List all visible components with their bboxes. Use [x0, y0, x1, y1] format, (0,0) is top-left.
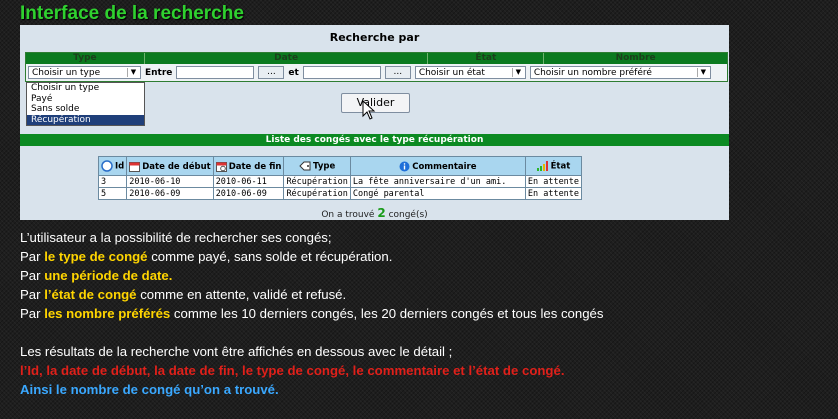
col-state[interactable]: État	[524, 156, 583, 176]
tag-icon	[299, 161, 311, 171]
cell-state: En attente	[524, 175, 583, 188]
table-row[interactable]: 3 2010-06-10 2010-06-11 Récupération La …	[97, 175, 583, 188]
cell-comment: La fête anniversaire d'un ami.	[349, 175, 526, 188]
cell-state: En attente	[524, 187, 583, 200]
search-controls-row: Choisir un type ▼ Entre ... et ... Chois…	[26, 64, 727, 81]
search-header-row: Type Date État Nombre	[26, 53, 727, 64]
end-date-input[interactable]	[302, 66, 381, 79]
signal-bars-icon	[536, 160, 548, 171]
type-select[interactable]: Choisir un type ▼	[28, 66, 141, 79]
dropdown-option[interactable]: Sans solde	[27, 104, 144, 115]
type-select-value: Choisir un type	[32, 68, 101, 78]
etat-select-value: Choisir un état	[418, 68, 485, 78]
calendar-icon	[129, 161, 141, 172]
desc-line: Par le type de congé comme payé, sans so…	[20, 249, 393, 264]
desc-line: L’utilisateur a la possibilité de recher…	[20, 230, 332, 245]
desc-line: Ainsi le nombre de congé qu’on a trouvé.	[20, 382, 279, 397]
etat-select[interactable]: Choisir un état ▼	[414, 66, 526, 79]
cell-end-date: 2010-06-09	[212, 187, 285, 200]
dropdown-option[interactable]: Choisir un type	[27, 83, 144, 94]
chevron-down-icon: ▼	[127, 68, 139, 77]
found-suffix: congé(s)	[388, 210, 428, 220]
results-banner: Liste des congés avec le type récupérati…	[20, 134, 729, 146]
description-text: L’utilisateur a la possibilité de recher…	[20, 228, 604, 399]
start-date-picker-button[interactable]: ...	[258, 66, 285, 79]
header-date: Date	[145, 53, 429, 64]
mouse-pointer-icon	[362, 100, 376, 120]
desc-line: Par l’état de congé comme en attente, va…	[20, 287, 347, 302]
nombre-select-value: Choisir un nombre préféré	[533, 68, 652, 78]
cell-type: Récupération	[283, 187, 351, 200]
nombre-select[interactable]: Choisir un nombre préféré ▼	[529, 66, 711, 79]
start-date-input[interactable]	[176, 66, 255, 79]
cell-id: 5	[97, 187, 128, 200]
chevron-down-icon: ▼	[511, 68, 524, 77]
col-start-date[interactable]: Date de début	[126, 156, 214, 176]
info-icon	[399, 161, 410, 171]
header-nombre: Nombre	[615, 53, 656, 63]
desc-line: l’Id, la date de début, la date de fin, …	[20, 363, 565, 378]
header-etat: État	[428, 53, 545, 64]
chevron-down-icon: ▼	[696, 68, 709, 77]
results-table: Id Date de début Date de fin Type Commen…	[97, 156, 583, 200]
col-type[interactable]: Type	[283, 156, 351, 176]
calendar-clock-icon	[215, 161, 227, 172]
col-end-date[interactable]: Date de fin	[212, 156, 285, 176]
found-prefix: On a trouvé	[321, 210, 375, 220]
found-count: 2	[377, 206, 386, 220]
entre-label: Entre	[145, 67, 173, 78]
type-dropdown-list: Choisir un type Payé Sans solde Récupéra…	[26, 82, 145, 126]
dropdown-option[interactable]: Payé	[27, 94, 144, 105]
slide-title: Interface de la recherche	[20, 3, 244, 24]
header-type: Type	[26, 53, 145, 64]
cell-start-date: 2010-06-10	[126, 175, 214, 188]
col-comment[interactable]: Commentaire	[349, 156, 526, 176]
col-id[interactable]: Id	[97, 156, 128, 176]
desc-line: Les résultats de la recherche vont être …	[20, 344, 453, 359]
app-screenshot: Recherche par Type Date État Nombre Choi…	[20, 25, 729, 220]
table-row[interactable]: 5 2010-06-09 2010-06-09 Récupération Con…	[97, 187, 583, 200]
cell-id: 3	[97, 175, 128, 188]
desc-line: Par une période de date.	[20, 268, 173, 283]
results-count: On a trouvé 2 congé(s)	[20, 206, 729, 220]
search-panel-title: Recherche par	[329, 31, 420, 44]
end-date-picker-button[interactable]: ...	[384, 66, 411, 79]
cell-end-date: 2010-06-11	[212, 175, 285, 188]
desc-line: Par les nombre préférés comme les 10 der…	[20, 306, 604, 321]
cell-comment: Congé parental	[349, 187, 526, 200]
cell-start-date: 2010-06-09	[126, 187, 214, 200]
results-header-row: Id Date de début Date de fin Type Commen…	[97, 156, 583, 176]
cell-type: Récupération	[283, 175, 351, 188]
radio-icon	[101, 160, 113, 172]
et-label: et	[288, 67, 299, 78]
search-form: Type Date État Nombre Choisir un type ▼ …	[25, 52, 728, 82]
dropdown-option-selected[interactable]: Récupération	[27, 114, 144, 125]
